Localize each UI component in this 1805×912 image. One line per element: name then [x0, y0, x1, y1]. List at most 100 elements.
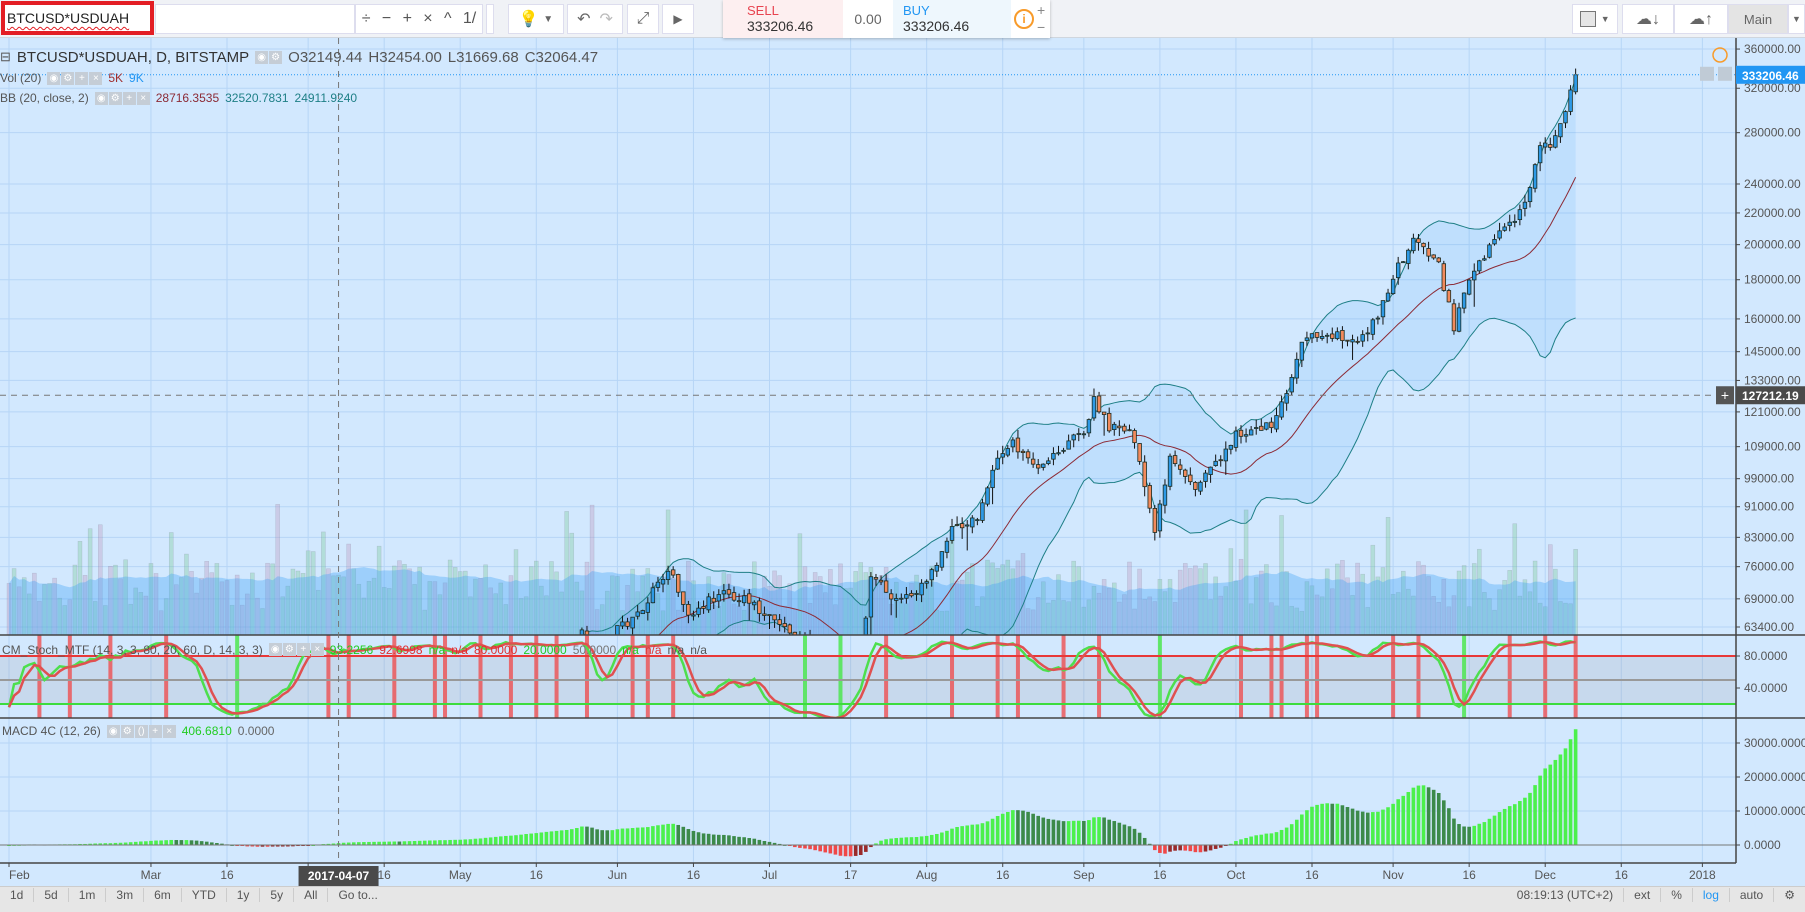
range-button-5d[interactable]: 5d	[34, 888, 69, 902]
fullscreen-button[interactable]: ⤢	[627, 4, 659, 34]
close-icon[interactable]: ×	[136, 91, 150, 105]
add-compare-handle[interactable]	[486, 4, 494, 34]
eye-icon[interactable]: ◉	[94, 91, 108, 105]
layout-menu-button[interactable]: ▼	[1788, 4, 1805, 34]
bb-upper-line	[583, 78, 1577, 635]
symbol-input-extension[interactable]	[155, 4, 355, 34]
brackets-icon[interactable]: ()	[134, 724, 148, 738]
symbol-input[interactable]: BTCUSD*USDUAH	[1, 1, 154, 35]
multiply-button[interactable]: ×	[423, 10, 432, 28]
macd-bar	[1401, 795, 1406, 845]
bb-title[interactable]: BB (20, close, 2)	[0, 91, 89, 105]
sell-button[interactable]: SELL 333206.46	[723, 0, 843, 38]
macd-axis-label: 20000.0000	[1744, 770, 1805, 784]
eye-icon[interactable]: ◉	[268, 643, 282, 656]
info-button[interactable]: i	[1011, 0, 1037, 38]
range-button-6m[interactable]: 6m	[144, 888, 182, 902]
settings-gear-icon[interactable]: ⚙	[1773, 888, 1805, 902]
plus-icon[interactable]: +	[122, 91, 136, 105]
layout-name-button[interactable]: Main	[1728, 4, 1788, 34]
chart-style-button[interactable]: ▼	[1572, 4, 1618, 34]
candle-body	[741, 595, 747, 604]
replay-button[interactable]: ▶	[662, 4, 694, 34]
gear-icon[interactable]: ⚙	[108, 91, 122, 105]
macd-bar	[595, 829, 599, 845]
macd-bar	[204, 841, 209, 845]
macd-bar	[1264, 833, 1269, 845]
macd-bar	[1198, 845, 1203, 853]
gear-icon[interactable]: ⚙	[269, 50, 283, 64]
load-layout-button[interactable]: ☁↓	[1622, 4, 1674, 34]
collapse-icon[interactable]: ⊟	[0, 49, 11, 65]
gear-icon[interactable]: ⚙	[61, 71, 75, 85]
plus-icon[interactable]: +	[148, 724, 162, 738]
time-axis-label: 16	[1615, 868, 1629, 882]
range-button-1d[interactable]: 1d	[0, 888, 35, 902]
plus-icon[interactable]: +	[296, 643, 310, 656]
time-axis-label: Jul	[762, 868, 777, 882]
candle-body	[469, 790, 473, 792]
plus-icon[interactable]: +	[75, 71, 89, 85]
divide-button[interactable]: ÷	[362, 10, 371, 28]
scroll-down-button[interactable]	[1700, 66, 1714, 81]
redo-icon[interactable]: ↷	[599, 9, 612, 29]
buy-button[interactable]: BUY 333206.46	[893, 0, 1011, 38]
toggle-auto[interactable]: auto	[1728, 888, 1773, 902]
gear-icon[interactable]: ⚙	[282, 643, 296, 656]
toggle-percent[interactable]: %	[1660, 888, 1692, 902]
candle-body	[479, 778, 483, 779]
eye-icon[interactable]: ◉	[47, 71, 61, 85]
bb-upper-value: 32520.7831	[225, 91, 289, 105]
candle-body	[1380, 300, 1386, 318]
candle-body	[1325, 334, 1330, 337]
eye-icon[interactable]: ◉	[106, 724, 120, 738]
candle-body	[747, 593, 752, 604]
time-axis-label: 16	[378, 868, 392, 882]
macd-bar	[904, 837, 909, 845]
toggle-ext[interactable]: ext	[1623, 888, 1660, 902]
gear-icon[interactable]: ⚙	[120, 724, 134, 738]
stoch-value: 92.6998	[379, 643, 423, 657]
candle-body	[762, 613, 767, 616]
eye-icon[interactable]: ◉	[255, 50, 269, 64]
symbol-operators: ÷ − + × ^ 1/	[355, 4, 483, 34]
volume-title[interactable]: Vol (20)	[0, 71, 41, 85]
scale-toggle-button[interactable]	[1718, 66, 1732, 81]
range-button-3m[interactable]: 3m	[106, 888, 145, 902]
undo-icon[interactable]: ↶	[577, 9, 590, 29]
warning-icon[interactable]	[1712, 47, 1728, 63]
range-button-1y[interactable]: 1y	[227, 888, 261, 902]
range-button-5y[interactable]: 5y	[260, 888, 295, 902]
range-button-1m[interactable]: 1m	[69, 888, 107, 902]
reciprocal-button[interactable]: 1/	[463, 10, 476, 28]
candle-body	[949, 526, 955, 541]
clock-readout: 08:19:13 (UTC+2)	[1516, 888, 1614, 902]
macd-bar	[1056, 820, 1061, 845]
close-icon[interactable]: ×	[89, 71, 103, 85]
close-icon[interactable]: ×	[162, 724, 176, 738]
macd-bar	[422, 840, 427, 845]
series-title[interactable]: BTCUSD*USDUAH, D, BITSTAMP	[17, 49, 249, 66]
qty-plus-button[interactable]: +	[1037, 2, 1050, 19]
plus-button[interactable]: +	[403, 10, 412, 28]
stoch-title[interactable]: CM_Stoch_MTF (14, 3, 3, 80, 20, 60, D, 1…	[2, 643, 263, 657]
save-layout-button[interactable]: ☁↑	[1674, 4, 1728, 34]
range-button-ytd[interactable]: YTD	[182, 888, 227, 902]
candle-body	[504, 746, 508, 752]
close-icon[interactable]: ×	[310, 643, 324, 656]
candle	[1264, 422, 1269, 431]
alert-button[interactable]: 💡 ▼	[508, 4, 564, 34]
macd-title[interactable]: MACD 4C (12, 26)	[2, 724, 101, 738]
qty-minus-button[interactable]: −	[1037, 19, 1050, 36]
goto-button[interactable]: Go to...	[328, 888, 387, 902]
candle-body	[1543, 142, 1548, 148]
macd-bar	[1396, 799, 1400, 845]
range-button-all[interactable]: All	[294, 888, 329, 902]
time-axis-label: 2018	[1689, 868, 1716, 882]
power-button[interactable]: ^	[444, 10, 452, 28]
candle	[1568, 85, 1573, 116]
toggle-log[interactable]: log	[1691, 888, 1729, 902]
macd-bar	[1294, 819, 1299, 845]
chart-canvas[interactable]: 360000.00320000.00280000.00240000.002200…	[0, 38, 1805, 886]
minus-button[interactable]: −	[382, 10, 391, 28]
